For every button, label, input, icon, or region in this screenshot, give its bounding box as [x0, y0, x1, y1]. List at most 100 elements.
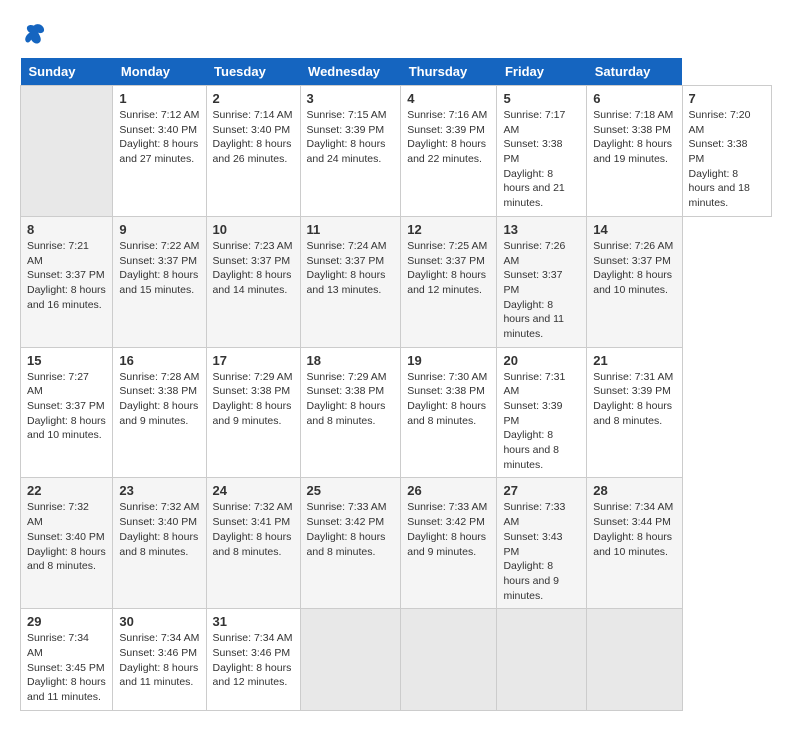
day-number: 22: [27, 483, 106, 498]
day-info: Sunrise: 7:34 AM Sunset: 3:46 PM Dayligh…: [213, 631, 294, 690]
day-info: Sunrise: 7:18 AM Sunset: 3:38 PM Dayligh…: [593, 108, 675, 167]
day-info: Sunrise: 7:34 AM Sunset: 3:46 PM Dayligh…: [119, 631, 199, 690]
calendar-cell: [401, 609, 497, 710]
calendar-cell: 29 Sunrise: 7:34 AM Sunset: 3:45 PM Dayl…: [21, 609, 113, 710]
calendar-cell: 19 Sunrise: 7:30 AM Sunset: 3:38 PM Dayl…: [401, 347, 497, 478]
calendar-cell: 12 Sunrise: 7:25 AM Sunset: 3:37 PM Dayl…: [401, 216, 497, 347]
calendar-cell: 6 Sunrise: 7:18 AM Sunset: 3:38 PM Dayli…: [587, 86, 682, 217]
calendar-table: SundayMondayTuesdayWednesdayThursdayFrid…: [20, 58, 772, 711]
day-info: Sunrise: 7:12 AM Sunset: 3:40 PM Dayligh…: [119, 108, 199, 167]
calendar-week-row: 15 Sunrise: 7:27 AM Sunset: 3:37 PM Dayl…: [21, 347, 772, 478]
calendar-cell: 23 Sunrise: 7:32 AM Sunset: 3:40 PM Dayl…: [113, 478, 206, 609]
calendar-cell: 14 Sunrise: 7:26 AM Sunset: 3:37 PM Dayl…: [587, 216, 682, 347]
day-info: Sunrise: 7:32 AM Sunset: 3:41 PM Dayligh…: [213, 500, 294, 559]
day-info: Sunrise: 7:21 AM Sunset: 3:37 PM Dayligh…: [27, 239, 106, 312]
day-info: Sunrise: 7:33 AM Sunset: 3:42 PM Dayligh…: [307, 500, 395, 559]
day-number: 17: [213, 353, 294, 368]
calendar-cell: 15 Sunrise: 7:27 AM Sunset: 3:37 PM Dayl…: [21, 347, 113, 478]
calendar-cell: 1 Sunrise: 7:12 AM Sunset: 3:40 PM Dayli…: [113, 86, 206, 217]
day-number: 24: [213, 483, 294, 498]
calendar-cell: 3 Sunrise: 7:15 AM Sunset: 3:39 PM Dayli…: [300, 86, 401, 217]
day-number: 19: [407, 353, 490, 368]
day-info: Sunrise: 7:31 AM Sunset: 3:39 PM Dayligh…: [503, 370, 580, 473]
day-info: Sunrise: 7:20 AM Sunset: 3:38 PM Dayligh…: [689, 108, 765, 211]
calendar-cell: 21 Sunrise: 7:31 AM Sunset: 3:39 PM Dayl…: [587, 347, 682, 478]
calendar-cell: 18 Sunrise: 7:29 AM Sunset: 3:38 PM Dayl…: [300, 347, 401, 478]
day-number: 23: [119, 483, 199, 498]
day-number: 18: [307, 353, 395, 368]
day-number: 15: [27, 353, 106, 368]
day-info: Sunrise: 7:32 AM Sunset: 3:40 PM Dayligh…: [27, 500, 106, 573]
day-info: Sunrise: 7:14 AM Sunset: 3:40 PM Dayligh…: [213, 108, 294, 167]
day-number: 25: [307, 483, 395, 498]
calendar-cell: 17 Sunrise: 7:29 AM Sunset: 3:38 PM Dayl…: [206, 347, 300, 478]
day-info: Sunrise: 7:26 AM Sunset: 3:37 PM Dayligh…: [503, 239, 580, 342]
calendar-header-row: SundayMondayTuesdayWednesdayThursdayFrid…: [21, 58, 772, 86]
day-number: 1: [119, 91, 199, 106]
calendar-cell: 28 Sunrise: 7:34 AM Sunset: 3:44 PM Dayl…: [587, 478, 682, 609]
day-info: Sunrise: 7:24 AM Sunset: 3:37 PM Dayligh…: [307, 239, 395, 298]
day-number: 4: [407, 91, 490, 106]
calendar-cell: 27 Sunrise: 7:33 AM Sunset: 3:43 PM Dayl…: [497, 478, 587, 609]
calendar-cell: 16 Sunrise: 7:28 AM Sunset: 3:38 PM Dayl…: [113, 347, 206, 478]
day-info: Sunrise: 7:16 AM Sunset: 3:39 PM Dayligh…: [407, 108, 490, 167]
day-number: 7: [689, 91, 765, 106]
day-info: Sunrise: 7:34 AM Sunset: 3:45 PM Dayligh…: [27, 631, 106, 704]
day-number: 3: [307, 91, 395, 106]
calendar-week-row: 1 Sunrise: 7:12 AM Sunset: 3:40 PM Dayli…: [21, 86, 772, 217]
calendar-week-row: 22 Sunrise: 7:32 AM Sunset: 3:40 PM Dayl…: [21, 478, 772, 609]
day-number: 14: [593, 222, 675, 237]
day-info: Sunrise: 7:29 AM Sunset: 3:38 PM Dayligh…: [307, 370, 395, 429]
logo: [20, 20, 52, 48]
calendar-cell: [497, 609, 587, 710]
logo-bird-icon: [20, 20, 48, 48]
day-info: Sunrise: 7:30 AM Sunset: 3:38 PM Dayligh…: [407, 370, 490, 429]
calendar-cell: 4 Sunrise: 7:16 AM Sunset: 3:39 PM Dayli…: [401, 86, 497, 217]
calendar-week-row: 29 Sunrise: 7:34 AM Sunset: 3:45 PM Dayl…: [21, 609, 772, 710]
calendar-cell: 11 Sunrise: 7:24 AM Sunset: 3:37 PM Dayl…: [300, 216, 401, 347]
day-number: 26: [407, 483, 490, 498]
day-number: 6: [593, 91, 675, 106]
day-number: 13: [503, 222, 580, 237]
day-of-week-header: Friday: [497, 58, 587, 86]
day-number: 20: [503, 353, 580, 368]
day-number: 9: [119, 222, 199, 237]
day-number: 21: [593, 353, 675, 368]
calendar-cell: 25 Sunrise: 7:33 AM Sunset: 3:42 PM Dayl…: [300, 478, 401, 609]
day-info: Sunrise: 7:33 AM Sunset: 3:42 PM Dayligh…: [407, 500, 490, 559]
day-of-week-header: Saturday: [587, 58, 682, 86]
day-of-week-header: Thursday: [401, 58, 497, 86]
day-info: Sunrise: 7:22 AM Sunset: 3:37 PM Dayligh…: [119, 239, 199, 298]
day-info: Sunrise: 7:29 AM Sunset: 3:38 PM Dayligh…: [213, 370, 294, 429]
calendar-cell: 22 Sunrise: 7:32 AM Sunset: 3:40 PM Dayl…: [21, 478, 113, 609]
day-number: 31: [213, 614, 294, 629]
day-number: 27: [503, 483, 580, 498]
calendar-cell: 2 Sunrise: 7:14 AM Sunset: 3:40 PM Dayli…: [206, 86, 300, 217]
calendar-cell: [587, 609, 682, 710]
day-number: 2: [213, 91, 294, 106]
day-of-week-header: Wednesday: [300, 58, 401, 86]
calendar-cell: 7 Sunrise: 7:20 AM Sunset: 3:38 PM Dayli…: [682, 86, 771, 217]
day-info: Sunrise: 7:17 AM Sunset: 3:38 PM Dayligh…: [503, 108, 580, 211]
day-of-week-header: Tuesday: [206, 58, 300, 86]
day-number: 30: [119, 614, 199, 629]
empty-cell: [21, 86, 113, 217]
day-number: 5: [503, 91, 580, 106]
calendar-week-row: 8 Sunrise: 7:21 AM Sunset: 3:37 PM Dayli…: [21, 216, 772, 347]
calendar-cell: 31 Sunrise: 7:34 AM Sunset: 3:46 PM Dayl…: [206, 609, 300, 710]
day-info: Sunrise: 7:25 AM Sunset: 3:37 PM Dayligh…: [407, 239, 490, 298]
calendar-cell: 5 Sunrise: 7:17 AM Sunset: 3:38 PM Dayli…: [497, 86, 587, 217]
day-info: Sunrise: 7:28 AM Sunset: 3:38 PM Dayligh…: [119, 370, 199, 429]
day-info: Sunrise: 7:31 AM Sunset: 3:39 PM Dayligh…: [593, 370, 675, 429]
calendar-cell: [300, 609, 401, 710]
day-info: Sunrise: 7:23 AM Sunset: 3:37 PM Dayligh…: [213, 239, 294, 298]
day-of-week-header: Sunday: [21, 58, 113, 86]
day-number: 8: [27, 222, 106, 237]
day-number: 11: [307, 222, 395, 237]
day-info: Sunrise: 7:26 AM Sunset: 3:37 PM Dayligh…: [593, 239, 675, 298]
page-header: [20, 20, 772, 48]
day-number: 28: [593, 483, 675, 498]
day-info: Sunrise: 7:34 AM Sunset: 3:44 PM Dayligh…: [593, 500, 675, 559]
calendar-cell: 10 Sunrise: 7:23 AM Sunset: 3:37 PM Dayl…: [206, 216, 300, 347]
day-info: Sunrise: 7:27 AM Sunset: 3:37 PM Dayligh…: [27, 370, 106, 443]
